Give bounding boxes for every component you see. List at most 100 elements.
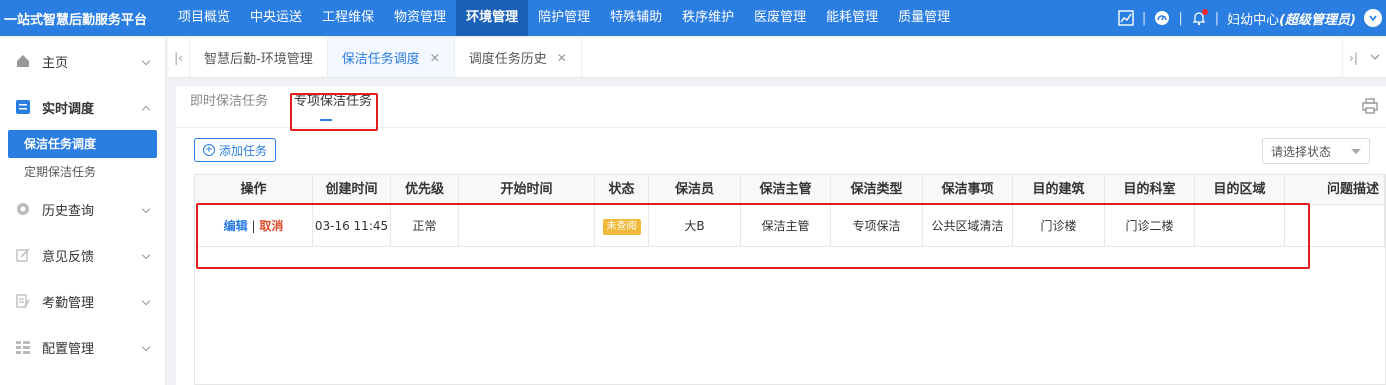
column-header: 保洁主管: [741, 175, 831, 205]
chevron-down-icon[interactable]: [1370, 51, 1380, 65]
add-task-button[interactable]: + 添加任务: [194, 138, 277, 162]
chevron-down-icon: [141, 56, 151, 66]
chevron-down-icon: [141, 204, 151, 214]
cell-created: 03-16 11:45: [313, 205, 391, 247]
top-nav-item[interactable]: 物资管理: [384, 0, 456, 36]
column-header: 优先级: [391, 175, 459, 205]
chevron-down-icon: [141, 342, 151, 352]
status-badge: 未查阅: [602, 218, 641, 235]
tab-dispatch-history[interactable]: 调度任务历史 ✕: [455, 38, 582, 77]
sidebar-item-label: 配置管理: [42, 341, 95, 357]
column-header: 保洁事项: [923, 175, 1013, 205]
divider: |: [1214, 10, 1220, 26]
notification-dot: [1201, 9, 1208, 15]
subtab-label: 专项保洁任务: [294, 94, 373, 109]
user-menu-chevron-icon[interactable]: [1364, 9, 1382, 27]
cell-dept: 门诊二楼: [1105, 205, 1195, 247]
add-task-label: 添加任务: [219, 143, 268, 158]
table-row: 编辑 | 取消 03-16 11:45 正常 未查阅 大B 保洁主管 专项保洁 …: [195, 205, 1385, 247]
status-select[interactable]: 请选择状态: [1262, 138, 1370, 164]
column-header: 开始时间: [459, 175, 595, 205]
brand-title: 一站式智慧后勤服务平台: [4, 12, 148, 28]
sidebar-item-config[interactable]: 配置管理: [0, 324, 165, 370]
sidebar-subitem-cleaning-dispatch[interactable]: 保洁任务调度: [8, 130, 157, 158]
sidebar-subitem-periodic-cleaning[interactable]: 定期保洁任务: [8, 158, 157, 186]
toolbar: + 添加任务: [194, 138, 277, 162]
cell-building: 门诊楼: [1013, 205, 1105, 247]
column-header: 创建时间: [313, 175, 391, 205]
cell-supervisor: 保洁主管: [741, 205, 831, 247]
sidebar-item-history[interactable]: 历史查询: [0, 186, 165, 232]
top-nav-item[interactable]: 质量管理: [888, 0, 960, 36]
caret-down-icon: [1351, 148, 1361, 154]
sidebar-item-label: 实时调度: [42, 101, 95, 117]
user-org: 妇幼中心: [1227, 12, 1280, 28]
sidebar-item-realtime[interactable]: 实时调度: [0, 84, 165, 130]
sidebar-item-label: 意见反馈: [42, 249, 95, 265]
main-content: 即时保洁任务 专项保洁任务 + 添加任务 请选择状态 操作 创建时间 优先级 开始…: [176, 86, 1386, 385]
row-actions: 编辑 | 取消: [195, 205, 313, 247]
top-nav-item[interactable]: 项目概览: [168, 0, 240, 36]
cell-cleaner: 大B: [649, 205, 741, 247]
top-nav-item[interactable]: 陪护管理: [528, 0, 600, 36]
user-info[interactable]: 妇幼中心(超级管理员): [1227, 9, 1356, 28]
print-icon[interactable]: [1362, 98, 1378, 114]
cell-item: 公共区域清洁: [923, 205, 1013, 247]
top-nav-item[interactable]: 医废管理: [744, 0, 816, 36]
top-nav-item[interactable]: 工程维保: [312, 0, 384, 36]
chevron-up-icon: [141, 105, 151, 115]
tab-label: 调度任务历史: [468, 52, 547, 67]
sidebar-item-label: 历史查询: [42, 203, 95, 219]
table-header-row: 操作 创建时间 优先级 开始时间 状态 保洁员 保洁主管 保洁类型 保洁事项 目…: [195, 175, 1385, 205]
sidebar-item-feedback[interactable]: 意见反馈: [0, 232, 165, 278]
page-tabs-bar: |‹ 智慧后勤-环境管理 保洁任务调度 ✕ 调度任务历史 ✕ ›|: [168, 38, 1386, 78]
top-nav: 项目概览 中央运送 工程维保 物资管理 环境管理 陪护管理 特殊辅助 秩序维护 …: [168, 0, 960, 36]
top-nav-item[interactable]: 特殊辅助: [600, 0, 672, 36]
top-nav-item[interactable]: 能耗管理: [816, 0, 888, 36]
close-icon[interactable]: ✕: [557, 51, 567, 65]
close-icon[interactable]: ✕: [430, 51, 440, 65]
top-nav-item[interactable]: 秩序维护: [672, 0, 744, 36]
sidebar-item-label: 主页: [42, 55, 69, 71]
top-nav-item[interactable]: 中央运送: [240, 0, 312, 36]
column-header: 目的科室: [1105, 175, 1195, 205]
cancel-link[interactable]: 取消: [259, 219, 283, 233]
home-icon: [16, 54, 30, 68]
plus-icon: +: [203, 144, 215, 156]
grid-icon: [16, 340, 30, 354]
top-nav-item-active[interactable]: 环境管理: [456, 0, 529, 36]
tabs-right-controls: ›|: [1342, 38, 1386, 77]
cell-status: 未查阅: [595, 205, 649, 247]
tab-cleaning-dispatch[interactable]: 保洁任务调度 ✕: [327, 38, 455, 77]
sidebar-item-attendance[interactable]: 考勤管理: [0, 278, 165, 324]
chevron-down-icon: [141, 250, 151, 260]
edit-icon: [16, 248, 30, 262]
tabs-scroll-left-icon[interactable]: |‹: [168, 38, 190, 77]
schedule-icon: [16, 100, 30, 114]
action-separator: |: [251, 219, 256, 233]
tabs-scroll-right-icon[interactable]: ›|: [1349, 51, 1358, 65]
subtab-instant-cleaning[interactable]: 即时保洁任务: [190, 90, 280, 127]
top-bar: 一站式智慧后勤服务平台 项目概览 中央运送 工程维保 物资管理 环境管理 陪护管…: [0, 0, 1386, 36]
cell-desc: [1285, 205, 1385, 247]
tab-environment[interactable]: 智慧后勤-环境管理: [190, 38, 328, 77]
column-header: 目的建筑: [1013, 175, 1105, 205]
column-header: 操作: [195, 175, 313, 205]
attendance-icon: [16, 294, 30, 308]
edit-link[interactable]: 编辑: [224, 219, 248, 233]
sidebar-item-home[interactable]: 主页: [0, 38, 165, 84]
column-header: 保洁员: [649, 175, 741, 205]
tab-label: 智慧后勤-环境管理: [204, 52, 313, 67]
top-right-tools: | | | 妇幼中心(超级管理员): [1118, 0, 1386, 36]
history-icon: [16, 202, 30, 216]
chart-icon[interactable]: [1118, 10, 1134, 26]
divider: |: [1178, 10, 1183, 26]
task-table: 操作 创建时间 优先级 开始时间 状态 保洁员 保洁主管 保洁类型 保洁事项 目…: [194, 174, 1386, 385]
cell-area: [1195, 205, 1285, 247]
dashboard-icon[interactable]: [1154, 10, 1170, 26]
column-header: 目的区域: [1195, 175, 1285, 205]
bell-icon[interactable]: [1191, 9, 1208, 26]
cell-type: 专项保洁: [831, 205, 923, 247]
subtab-special-cleaning[interactable]: 专项保洁任务: [294, 90, 384, 127]
active-underline: [320, 119, 333, 121]
